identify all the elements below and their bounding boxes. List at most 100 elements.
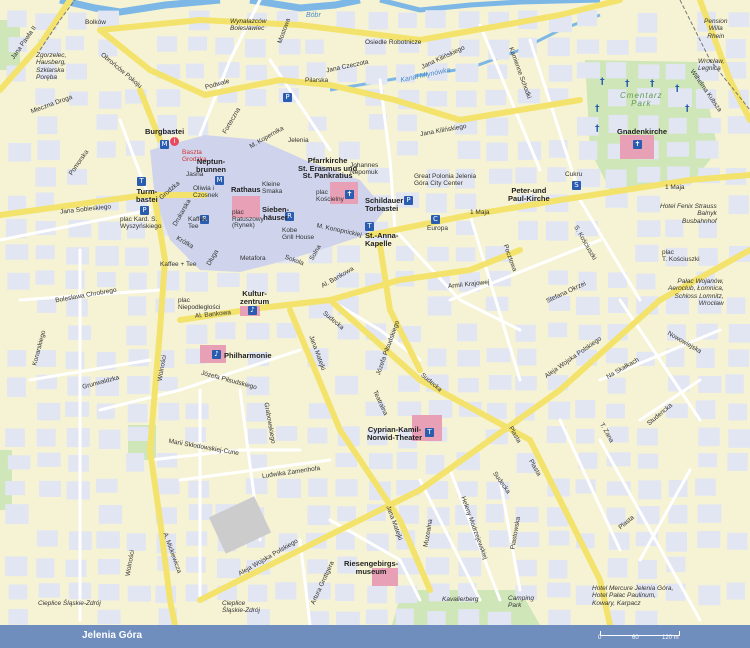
- river-bobr-label: Bóbr: [306, 12, 321, 19]
- city-block: [456, 323, 478, 342]
- tower-icon[interactable]: T: [137, 177, 146, 186]
- poi-burgbastei[interactable]: Burgbastei: [145, 128, 184, 136]
- city-block: [486, 348, 511, 363]
- poi-camping[interactable]: Camping Park: [508, 595, 534, 610]
- poi-schildauer[interactable]: Schildauer Torbastei: [365, 197, 403, 212]
- city-block: [66, 428, 90, 448]
- city-block: [636, 195, 661, 213]
- poi-pfarrkirche[interactable]: Pfarrkirche St. Erasmus und St. Pankrati…: [298, 157, 357, 180]
- city-block: [458, 11, 480, 29]
- parking-icon[interactable]: P: [404, 196, 413, 205]
- poi-fenix[interactable]: Hotel Fenix Strauss Balnyk Busbahnhof: [660, 203, 717, 225]
- city-block: [515, 324, 536, 342]
- city-block: [576, 62, 601, 79]
- street-label: 1 Maja: [665, 184, 685, 191]
- poi-mercure[interactable]: Hotel Mercure Jelenia Góra, Hotel Pałac …: [592, 585, 673, 607]
- church-icon[interactable]: ✝: [345, 190, 354, 199]
- music-icon[interactable]: ♪: [212, 350, 221, 359]
- city-block: [397, 114, 417, 132]
- city-block: [97, 609, 121, 625]
- city-block: [157, 478, 180, 495]
- city-block: [637, 453, 659, 469]
- city-block: [127, 426, 149, 442]
- city-block: [308, 478, 328, 497]
- city-block: [245, 64, 267, 81]
- poi-kavalierberg[interactable]: Kavalierberg: [442, 596, 479, 603]
- city-block: [65, 270, 85, 290]
- info-icon[interactable]: i: [170, 137, 179, 146]
- poi-peter-paul[interactable]: Peter-und Paul-Kirche: [508, 187, 550, 202]
- dest-wynalazcow[interactable]: Wynalazców Bolesławiec: [230, 18, 266, 33]
- poi-europa[interactable]: Europa: [427, 225, 448, 233]
- poi-theater[interactable]: Cyprian-Kamil- Norwid-Theater: [367, 426, 422, 441]
- city-block: [277, 478, 301, 498]
- city-block: [66, 63, 88, 80]
- poi-riesengebirgs[interactable]: Riesengebirgs- museum: [344, 560, 398, 575]
- street-label: Bolków: [85, 19, 106, 26]
- city-block: [96, 478, 118, 493]
- church-icon[interactable]: ✝: [633, 140, 642, 149]
- dest-zgorzelec[interactable]: Zgorzelec, Hausberg, Szklarska Poręba: [36, 52, 66, 82]
- poi-cukru[interactable]: Cukru: [565, 171, 582, 179]
- city-block: [186, 324, 208, 344]
- city-block: [365, 65, 388, 85]
- city-block: [365, 609, 388, 625]
- city-block: [427, 296, 452, 316]
- poi-turmbastei[interactable]: Turm- bastei: [136, 188, 158, 203]
- city-block: [636, 273, 656, 290]
- poi-kulturzentrum[interactable]: Kultur- zentrum: [240, 290, 269, 305]
- city-block: [335, 375, 359, 395]
- dest-cieplice[interactable]: Cieplice Śląskie-Zdrój: [38, 600, 101, 607]
- poi-rathaus[interactable]: Rathaus: [231, 186, 261, 194]
- poi-gnadenkirche[interactable]: Gnadenkirche: [617, 128, 667, 136]
- poi-plac-ratuszowy: plac Ratuszowy (Rynek): [232, 209, 264, 229]
- poi-great-polonia[interactable]: Great Polonia Jelenia Góra City Center: [414, 173, 476, 187]
- poi-oliwia[interactable]: Oliwia i Czosnek: [193, 185, 218, 199]
- poi-kaffee-tee[interactable]: Kaffee Tee: [188, 216, 207, 230]
- city-block: [98, 505, 123, 524]
- city-block: [306, 62, 326, 78]
- music-icon[interactable]: ♪: [248, 306, 257, 315]
- parking-icon[interactable]: P: [283, 93, 292, 102]
- city-block: [488, 530, 509, 548]
- parking-icon[interactable]: P: [140, 206, 149, 215]
- city-block: [396, 452, 418, 470]
- city-block: [37, 452, 61, 467]
- city-block: [636, 428, 658, 446]
- city-block: [427, 246, 449, 262]
- poi-st-anna[interactable]: St.-Anna- Kapelle: [365, 232, 398, 247]
- museum-icon[interactable]: M: [160, 140, 169, 149]
- dest-wroclaw-legnica[interactable]: Wrocław, Legnica: [698, 58, 724, 73]
- city-block: [695, 478, 716, 496]
- poi-palac[interactable]: Pałac Wojanów, Aeroclub, Łomnica, Schlos…: [668, 278, 724, 308]
- cemetery-cross-icon: †: [625, 79, 630, 89]
- poi-siebenhauser[interactable]: Sieben- häuser: [262, 206, 289, 221]
- city-block: [728, 12, 750, 28]
- poi-kleine-smaka[interactable]: Kleine Smaka: [262, 181, 282, 195]
- city-block: [637, 559, 657, 580]
- theater-icon[interactable]: T: [425, 428, 434, 437]
- poi-kobe[interactable]: Kobe Grill House: [282, 227, 314, 241]
- poi-johannes[interactable]: Johannes Nepomuk: [350, 162, 378, 176]
- city-map[interactable]: M i T M P P P R R C S T ♪ ♪ T ✝ ✝ † † † …: [0, 0, 750, 648]
- poi-kaffee-tee2[interactable]: Kaffee + Tee: [160, 261, 196, 269]
- city-block: [186, 531, 208, 546]
- cinema-icon[interactable]: C: [431, 215, 440, 224]
- street-label: Jelenia: [288, 137, 309, 144]
- city-block: [36, 428, 56, 447]
- city-block: [35, 167, 57, 187]
- shop-icon[interactable]: S: [572, 181, 581, 190]
- poi-philharmonie[interactable]: Philharmonie: [224, 352, 272, 360]
- dest-cieplice2[interactable]: Cieplice Śląskie-Zdrój: [222, 600, 260, 615]
- city-block: [96, 531, 120, 549]
- poi-metafora[interactable]: Metafora: [240, 255, 266, 263]
- dest-pension[interactable]: Pension Willa Rhein: [704, 18, 728, 40]
- city-block: [245, 89, 267, 107]
- city-block: [8, 143, 32, 162]
- city-block: [728, 403, 748, 421]
- city-block: [397, 140, 419, 156]
- tower-icon[interactable]: T: [365, 222, 374, 231]
- city-block: [455, 247, 476, 262]
- city-block: [35, 270, 55, 285]
- museum-icon[interactable]: M: [215, 176, 224, 185]
